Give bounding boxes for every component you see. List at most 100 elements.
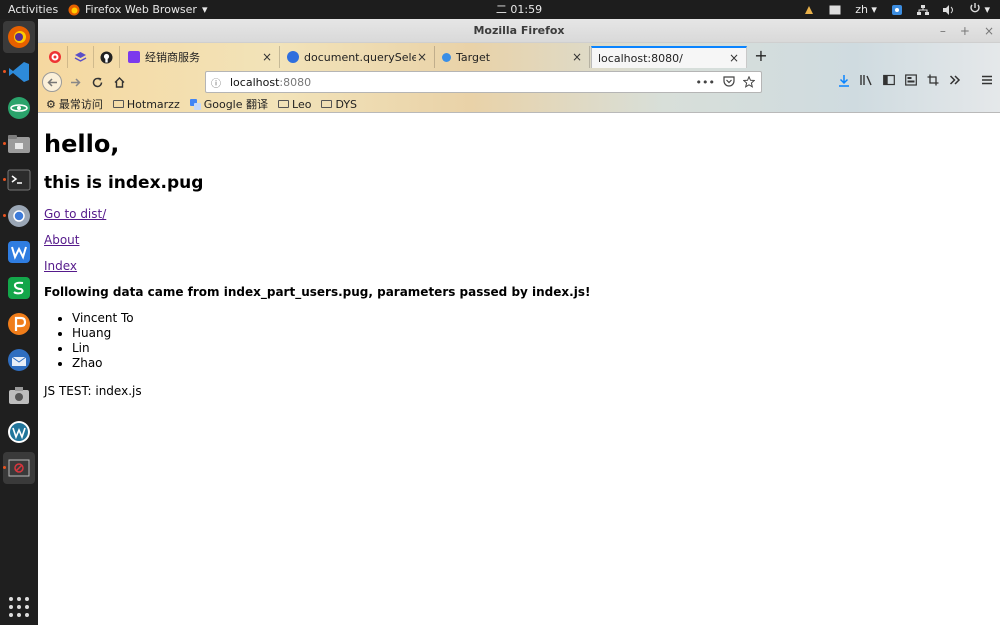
dock-wps-writer[interactable] (3, 236, 35, 268)
maximize-button[interactable]: + (960, 24, 970, 38)
close-tab-icon[interactable]: × (416, 50, 428, 64)
users-heading: Following data came from index_part_user… (44, 285, 591, 299)
power-menu[interactable]: ▾ (969, 0, 990, 19)
volume-icon[interactable] (942, 4, 955, 15)
dock-running-app[interactable] (3, 452, 35, 484)
js-test-text: JS TEST: index.js (44, 384, 142, 398)
tab-queryselector[interactable]: document.querySelec × (281, 46, 435, 68)
tab-localhost[interactable]: localhost:8080/ × (591, 46, 747, 68)
pinned-tab-1[interactable] (42, 46, 68, 68)
bookmark-label: DYS (335, 97, 358, 111)
link-paragraph: About (44, 233, 994, 247)
tab-target[interactable]: Target × (436, 46, 590, 68)
dock (0, 19, 38, 625)
pocket-icon[interactable] (723, 75, 735, 87)
list-item: Zhao (72, 356, 994, 371)
activities-button[interactable]: Activities (8, 0, 58, 19)
clock[interactable]: 二 01:59 (484, 0, 554, 19)
bookmark-dys[interactable]: DYS (321, 98, 357, 111)
minimize-button[interactable]: – (940, 24, 946, 38)
tab-label: 经销商服务 (145, 51, 200, 64)
reload-button[interactable] (87, 72, 107, 92)
page-heading: hello, (44, 130, 120, 158)
screenshot-extension-icon[interactable] (905, 74, 917, 86)
pinned-tab-2[interactable] (68, 46, 94, 68)
dock-thunderbird[interactable] (3, 344, 35, 376)
running-indicator (3, 214, 6, 217)
input-method-indicator[interactable]: zh ▾ (855, 0, 877, 19)
dock-files[interactable] (3, 128, 35, 160)
pinned-tab-github[interactable] (94, 46, 120, 68)
home-button[interactable] (109, 72, 129, 92)
hamburger-menu-icon[interactable] (981, 74, 993, 86)
about-link[interactable]: About (44, 233, 79, 247)
close-tab-icon[interactable]: × (261, 50, 273, 64)
window-controls: – + × (940, 19, 994, 43)
bookmark-hotmarzz[interactable]: Hotmarzz (112, 97, 180, 111)
bookmark-google-translate[interactable]: Google 翻译 (189, 96, 268, 112)
list-item: Lin (72, 341, 994, 356)
layers-icon (74, 51, 87, 62)
bookmark-most-visited[interactable]: ⚙ 最常访问 (46, 96, 103, 112)
bookmark-star-icon[interactable] (743, 75, 755, 88)
network-icon[interactable] (916, 4, 929, 15)
chevron-down-icon: ▾ (201, 3, 208, 16)
show-applications-button[interactable] (3, 591, 35, 623)
dock-wordpress[interactable] (3, 416, 35, 448)
wordpress-icon (8, 421, 30, 443)
bookmark-label: 最常访问 (58, 98, 103, 111)
power-icon (970, 3, 980, 13)
reload-icon (92, 77, 102, 87)
app-menu-button[interactable]: Firefox Web Browser ▾ (68, 0, 208, 19)
target-icon (48, 51, 61, 63)
url-host: localhost (230, 75, 280, 89)
go-to-dist-link[interactable]: Go to dist/ (44, 207, 106, 221)
window-icon[interactable] (829, 5, 841, 15)
bookmark-label: Hotmarzz (126, 97, 180, 111)
vscode-icon (9, 62, 29, 82)
dock-terminal[interactable] (3, 164, 35, 196)
link-paragraph: Index (44, 259, 994, 273)
home-icon (114, 76, 124, 88)
chat-app-icon[interactable] (891, 4, 903, 15)
dock-vscode[interactable] (3, 56, 35, 88)
window-app-icon (8, 459, 30, 477)
close-tab-icon[interactable]: × (728, 51, 740, 65)
url-text[interactable]: localhost:8080 (226, 76, 696, 89)
library-icon[interactable] (860, 74, 873, 86)
atom-icon (8, 97, 30, 119)
url-bar[interactable]: ⓘ localhost:8080 ••• (205, 71, 762, 93)
index-link[interactable]: Index (44, 259, 77, 273)
dock-atom[interactable] (3, 92, 35, 124)
close-window-button[interactable]: × (984, 24, 994, 38)
back-button[interactable] (42, 72, 62, 92)
tab-label: localhost:8080/ (598, 51, 683, 65)
page-actions-icon[interactable]: ••• (696, 76, 715, 89)
close-tab-icon[interactable]: × (571, 50, 583, 64)
dock-chrome[interactable] (3, 200, 35, 232)
forward-button[interactable] (65, 72, 85, 92)
info-icon[interactable]: ⓘ (206, 75, 226, 90)
overflow-chevron-icon[interactable] (949, 74, 961, 86)
weather-icon[interactable] (803, 5, 815, 15)
paw-icon (287, 51, 299, 63)
tab-dealer-service[interactable]: 经销商服务 × (122, 46, 280, 68)
bookmark-leo[interactable]: Leo (278, 98, 311, 111)
download-icon[interactable] (838, 74, 850, 87)
thunderbird-icon (8, 349, 30, 371)
dock-screenshot[interactable] (3, 380, 35, 412)
dock-wps-presentation[interactable] (3, 308, 35, 340)
window-titlebar[interactable]: Mozilla Firefox – + × (38, 19, 1000, 43)
sidebar-icon[interactable] (883, 74, 895, 86)
firefox-icon (68, 4, 80, 15)
wps-presentation-icon (8, 313, 30, 335)
dock-wps-spreadsheet[interactable] (3, 272, 35, 304)
firefox-window: Mozilla Firefox – + × 经销商服务 × document.q… (38, 19, 1000, 625)
folder-icon (112, 100, 124, 108)
dock-firefox[interactable] (3, 21, 35, 53)
crop-icon[interactable] (927, 74, 939, 86)
bookmarks-toolbar: ⚙ 最常访问 Hotmarzz Google 翻译 Leo DYS (38, 95, 1000, 113)
running-indicator (3, 142, 6, 145)
running-indicator (3, 70, 6, 73)
new-tab-button[interactable]: + (752, 47, 770, 65)
